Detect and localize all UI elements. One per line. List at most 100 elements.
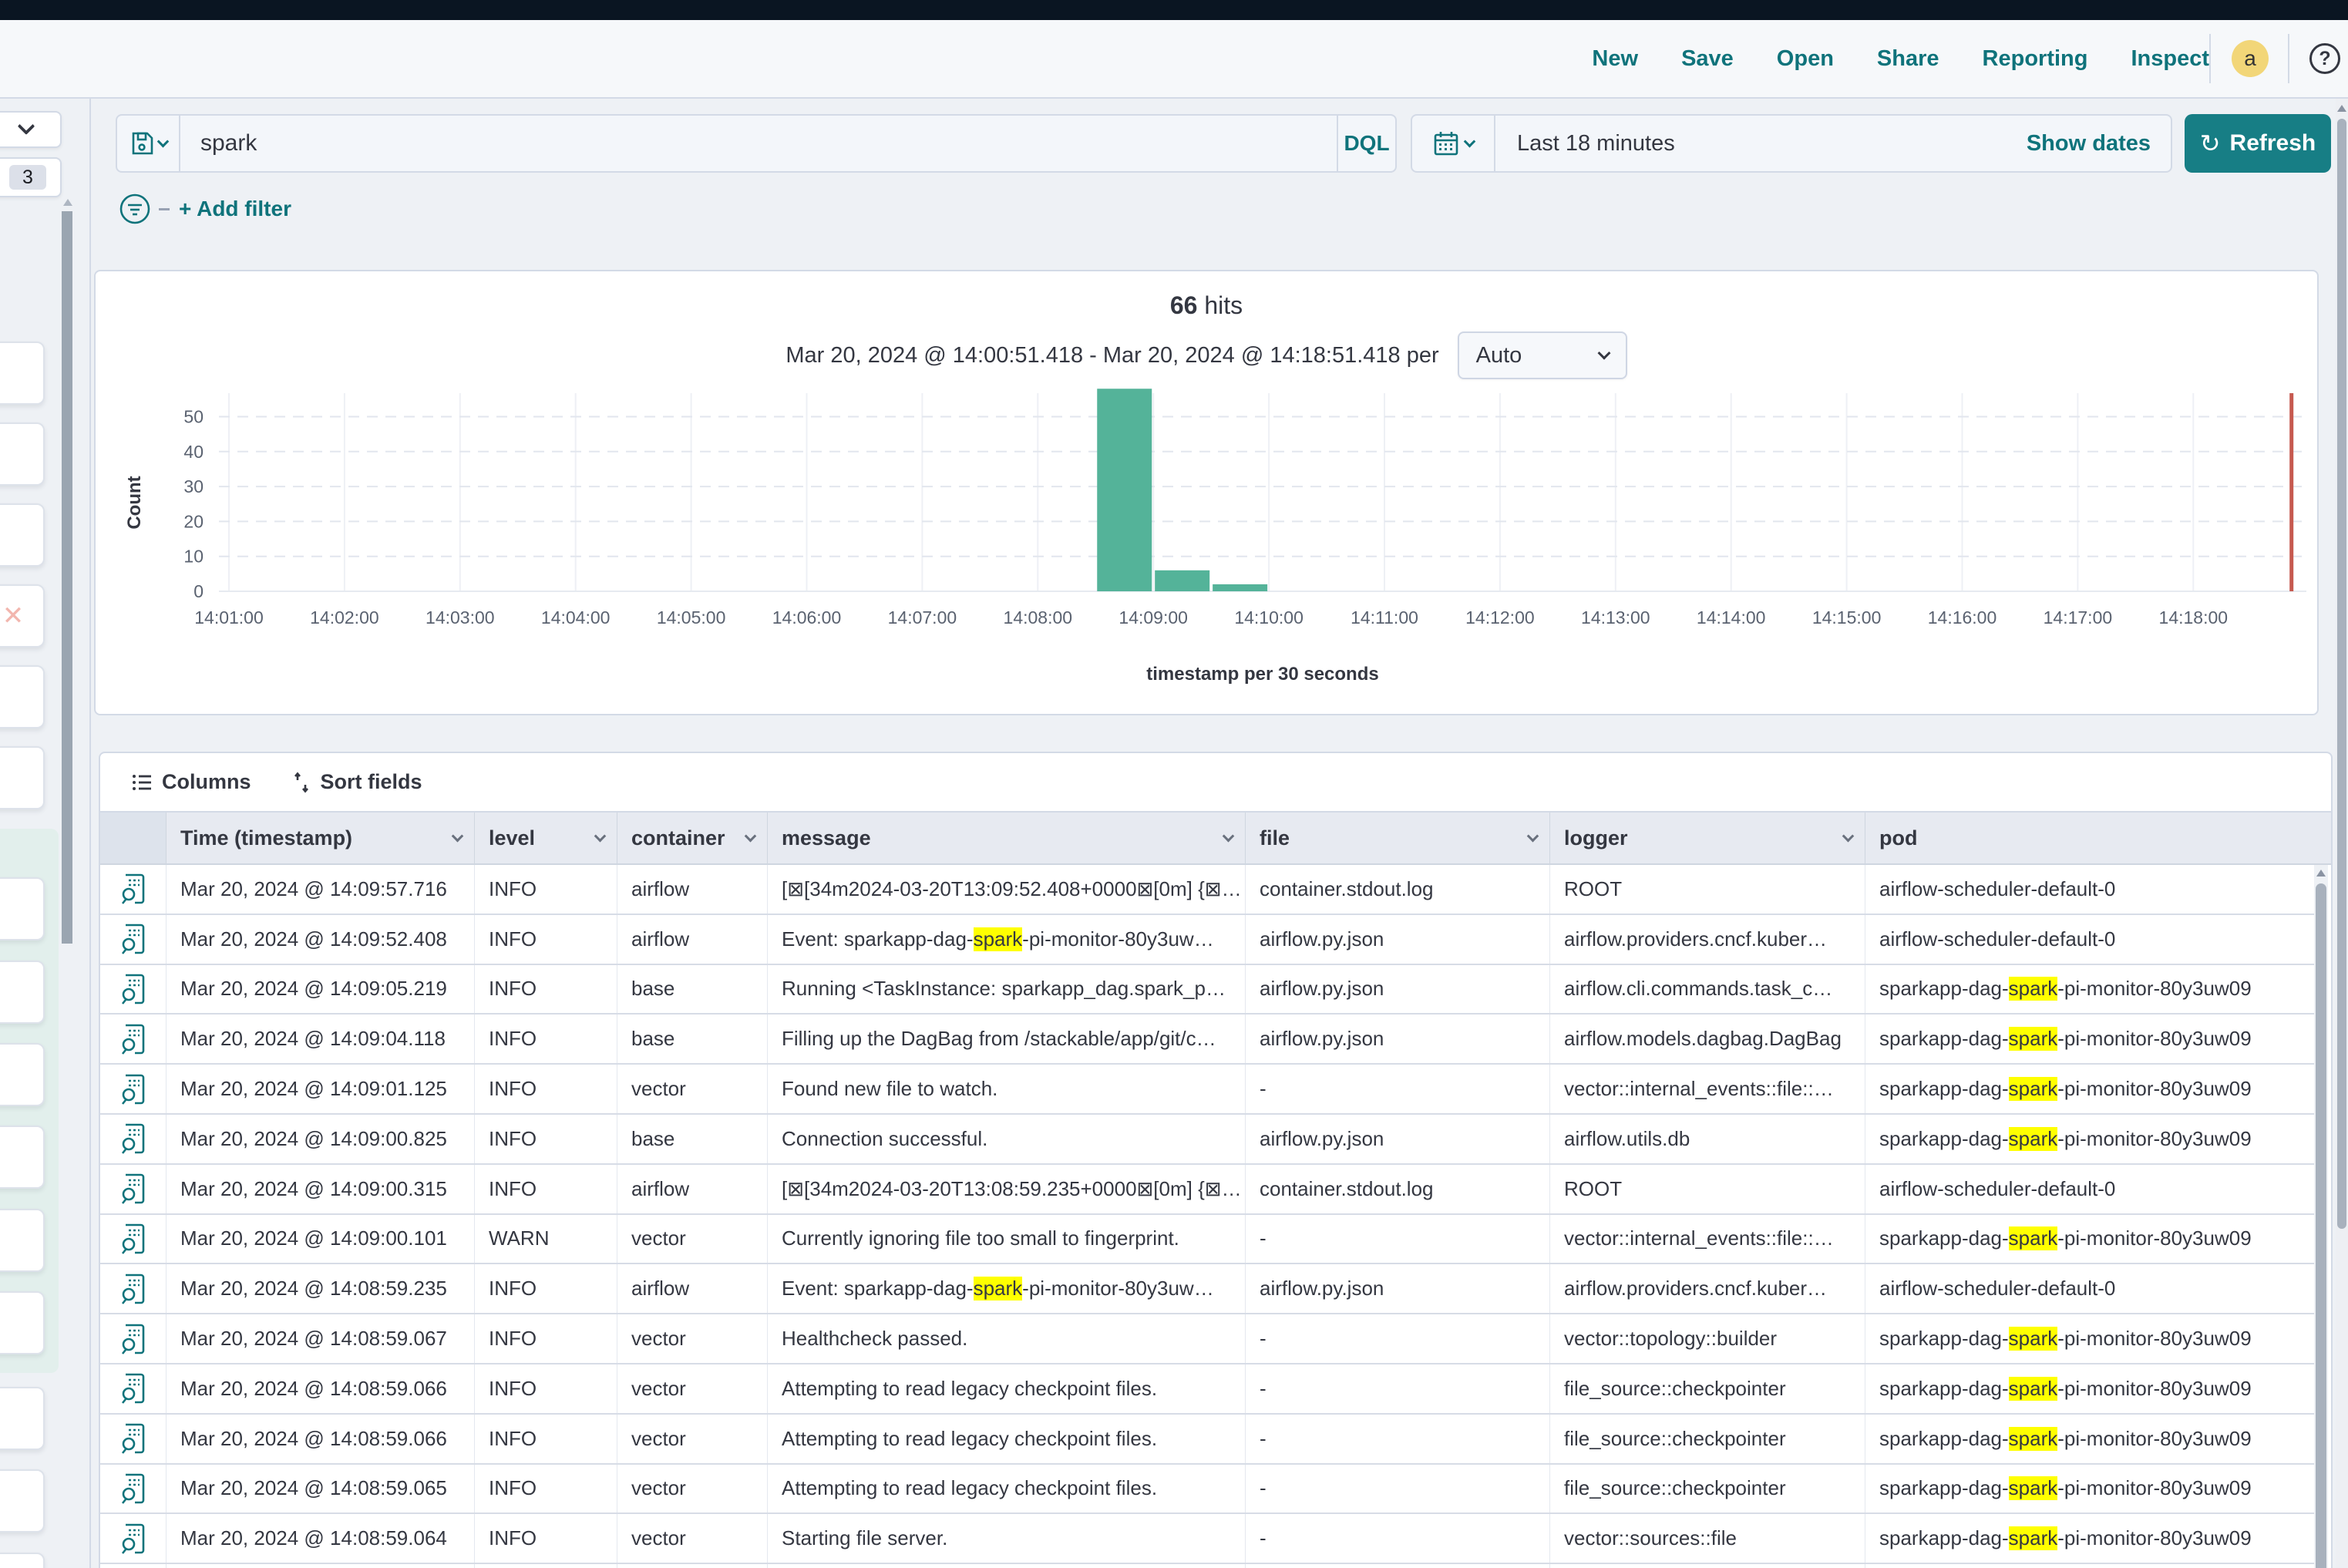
chevron-down-icon[interactable] [1223,829,1235,842]
chevron-down-icon[interactable] [745,829,757,842]
field-card[interactable] [0,1209,45,1272]
table-row[interactable]: Mar 20, 2024 @ 14:09:04.118INFObaseFilli… [100,1014,2314,1065]
refresh-button[interactable]: ↻ Refresh [2185,114,2331,173]
column-header-logger[interactable]: logger [1550,813,1865,863]
expand-row-button[interactable] [100,1215,167,1263]
field-card[interactable] [0,1553,45,1568]
table-row[interactable]: Mar 20, 2024 @ 14:09:05.219INFObaseRunni… [100,965,2314,1015]
field-card[interactable] [0,961,45,1024]
field-card[interactable] [0,1387,45,1450]
expand-row-button[interactable] [100,1514,167,1563]
nav-inspect[interactable]: Inspect [2131,46,2209,72]
expand-row-button[interactable] [100,1014,167,1063]
column-header-time-timestamp-[interactable]: Time (timestamp) [167,813,475,863]
expand-row-button[interactable] [100,1415,167,1463]
table-row[interactable]: Mar 20, 2024 @ 14:09:00.825INFObaseConne… [100,1115,2314,1165]
avatar[interactable]: a [2232,40,2269,77]
histogram-bar[interactable] [1213,584,1267,591]
nav-share[interactable]: Share [1877,46,1939,72]
expand-row-button[interactable] [100,1165,167,1213]
cell-message: Starting file server. [768,1514,1246,1563]
table-row[interactable]: Mar 20, 2024 @ 14:08:59.065INFOvectorAtt… [100,1465,2314,1515]
field-card[interactable] [0,342,45,405]
field-card[interactable] [0,877,45,940]
histogram-panel: 66 hits Mar 20, 2024 @ 14:00:51.418 - Ma… [94,270,2319,715]
column-header-message[interactable]: message [768,813,1246,863]
field-card[interactable] [0,503,45,567]
table-row[interactable]: Mar 20, 2024 @ 14:08:59.064INFOvectorSta… [100,1514,2314,1564]
nav-open[interactable]: Open [1777,46,1834,72]
chevron-down-icon[interactable] [1527,829,1539,842]
columns-button[interactable]: Columns [131,770,251,794]
chevron-down-icon[interactable] [1842,829,1855,842]
sort-fields-button[interactable]: Sort fields [291,770,422,794]
table-row[interactable]: Mar 20, 2024 @ 14:09:52.408INFOairflowEv… [100,915,2314,965]
table-row[interactable]: Mar 20, 2024 @ 14:09:00.315INFOairflow[⊠… [100,1165,2314,1215]
show-dates-button[interactable]: Show dates [2027,116,2171,171]
column-header-container[interactable]: container [617,813,768,863]
chevron-down-icon[interactable] [594,829,607,842]
cell-level: INFO [475,1364,617,1413]
field-card[interactable] [0,746,45,809]
collapse-sidebar-button[interactable] [0,111,62,148]
table-row[interactable]: Mar 20, 2024 @ 14:09:00.101WARNvectorCur… [100,1215,2314,1265]
expand-row-button[interactable] [100,965,167,1014]
nav-save[interactable]: Save [1681,46,1734,72]
interval-select[interactable]: Auto [1458,331,1627,379]
refresh-icon: ↻ [2200,129,2221,158]
expand-document-icon [120,1423,146,1454]
cell-message: Healthcheck passed. [768,1314,1246,1363]
remove-field-icon[interactable]: ✕ [2,601,25,631]
nav-reporting[interactable]: Reporting [1983,46,2088,72]
field-card[interactable] [0,1043,45,1106]
field-card[interactable] [0,1469,45,1533]
cell-time: Mar 20, 2024 @ 14:09:00.315 [167,1165,475,1213]
calendar-menu-button[interactable] [1412,116,1495,171]
search-input[interactable]: spark [180,116,1337,171]
table-scrollbar[interactable] [2314,865,2328,1568]
expand-row-button[interactable] [100,865,167,914]
expand-row-button[interactable] [100,1314,167,1363]
expand-row-button[interactable] [100,1465,167,1513]
column-header-pod[interactable]: pod [1865,813,2331,863]
expand-row-button[interactable] [100,1564,167,1568]
expand-row-button[interactable] [100,1264,167,1313]
chevron-down-icon[interactable] [452,829,464,842]
table-row[interactable]: Mar 20, 2024 @ 14:08:59.066INFOvectorAtt… [100,1415,2314,1465]
expand-row-button[interactable] [100,1364,167,1413]
table-row[interactable]: Mar 20, 2024 @ 14:09:01.125INFOvectorFou… [100,1065,2314,1115]
expand-row-button[interactable] [100,1065,167,1113]
sidebar-scroll-up-icon[interactable] [63,199,72,206]
histogram-chart[interactable]: 14:01:0014:02:0014:03:0014:04:0014:05:00… [96,387,2320,717]
field-card[interactable] [0,665,45,728]
saved-queries-button[interactable] [117,116,180,171]
add-filter-button[interactable]: + Add filter [179,197,291,221]
table-row[interactable]: Mar 20, 2024 @ 14:09:57.716INFOairflow[⊠… [100,865,2314,915]
expand-row-button[interactable] [100,915,167,964]
query-language-button[interactable]: DQL [1337,116,1395,171]
nav-new[interactable]: New [1592,46,1638,72]
histogram-bar[interactable] [1097,389,1152,591]
table-row[interactable] [100,1564,2314,1568]
expand-row-button[interactable] [100,1115,167,1163]
time-range-value[interactable]: Last 18 minutes [1495,116,1675,171]
table-row[interactable]: Mar 20, 2024 @ 14:08:59.066INFOvectorAtt… [100,1364,2314,1415]
field-card[interactable] [0,1126,45,1189]
sidebar-scrollbar[interactable] [62,211,72,944]
field-card[interactable]: ✕ [0,584,45,648]
table-scrollbar-thumb[interactable] [2316,883,2326,1568]
column-header-file[interactable]: file [1246,813,1550,863]
field-card[interactable] [0,1291,45,1354]
table-row[interactable]: Mar 20, 2024 @ 14:08:59.235INFOairflowEv… [100,1264,2314,1314]
histogram-bar[interactable] [1155,570,1209,591]
y-tick-label: 0 [193,581,204,601]
x-tick-label: 14:16:00 [1928,607,1997,628]
column-header-level[interactable]: level [475,813,617,863]
save-icon [130,131,154,156]
table-row[interactable]: Mar 20, 2024 @ 14:08:59.067INFOvectorHea… [100,1314,2314,1364]
field-card[interactable] [0,422,45,486]
cell-file: - [1246,1465,1550,1513]
help-icon[interactable]: ? [2309,43,2340,74]
filter-icon[interactable] [119,193,151,225]
scroll-up-icon[interactable] [2316,870,2326,877]
